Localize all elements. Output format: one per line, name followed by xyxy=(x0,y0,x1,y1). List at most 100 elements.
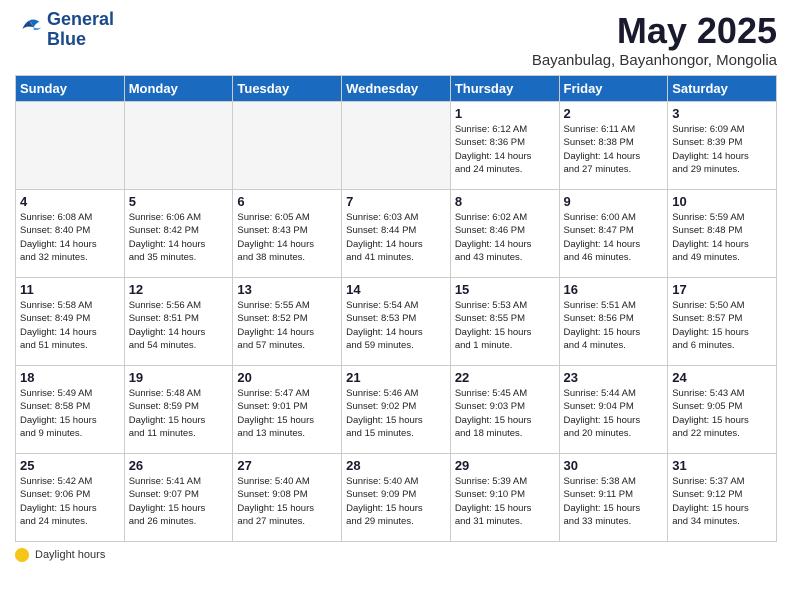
day-info: Sunrise: 6:02 AM Sunset: 8:46 PM Dayligh… xyxy=(455,211,555,264)
day-number: 9 xyxy=(564,194,664,209)
day-number: 28 xyxy=(346,458,446,473)
day-info: Sunrise: 5:43 AM Sunset: 9:05 PM Dayligh… xyxy=(672,387,772,440)
day-cell: 10 Sunrise: 5:59 AM Sunset: 8:48 PM Dayli… xyxy=(668,190,777,278)
logo-line1: General xyxy=(47,10,114,30)
col-header-friday: Friday xyxy=(559,76,668,102)
day-info: Sunrise: 6:12 AM Sunset: 8:36 PM Dayligh… xyxy=(455,123,555,176)
day-cell: 19 Sunrise: 5:48 AM Sunset: 8:59 PM Dayli… xyxy=(124,366,233,454)
day-cell xyxy=(342,102,451,190)
day-info: Sunrise: 5:44 AM Sunset: 9:04 PM Dayligh… xyxy=(564,387,664,440)
col-header-monday: Monday xyxy=(124,76,233,102)
day-number: 22 xyxy=(455,370,555,385)
day-info: Sunrise: 5:48 AM Sunset: 8:59 PM Dayligh… xyxy=(129,387,229,440)
day-number: 14 xyxy=(346,282,446,297)
day-number: 30 xyxy=(564,458,664,473)
day-number: 18 xyxy=(20,370,120,385)
page: General Blue May 2025 Bayanbulag, Bayanh… xyxy=(0,0,792,612)
day-cell: 31Sunrise: 5:37 AM Sunset: 9:12 PM Dayli… xyxy=(668,454,777,542)
week-row-4: 18 Sunrise: 5:49 AM Sunset: 8:58 PM Dayli… xyxy=(16,366,777,454)
day-number: 13 xyxy=(237,282,337,297)
day-info: Sunrise: 5:54 AM Sunset: 8:53 PM Dayligh… xyxy=(346,299,446,352)
day-cell: 26 Sunrise: 5:41 AM Sunset: 9:07 PM Dayli… xyxy=(124,454,233,542)
day-cell: 9 Sunrise: 6:00 AM Sunset: 8:47 PM Daylig… xyxy=(559,190,668,278)
day-number: 21 xyxy=(346,370,446,385)
day-cell xyxy=(124,102,233,190)
day-info: Sunrise: 5:55 AM Sunset: 8:52 PM Dayligh… xyxy=(237,299,337,352)
sun-icon xyxy=(15,548,29,562)
day-number: 15 xyxy=(455,282,555,297)
day-cell: 16 Sunrise: 5:51 AM Sunset: 8:56 PM Dayli… xyxy=(559,278,668,366)
day-cell: 5Sunrise: 6:06 AM Sunset: 8:42 PM Daylig… xyxy=(124,190,233,278)
day-info: Sunrise: 5:47 AM Sunset: 9:01 PM Dayligh… xyxy=(237,387,337,440)
day-info: Sunrise: 5:40 AM Sunset: 9:09 PM Dayligh… xyxy=(346,475,446,528)
day-info: Sunrise: 5:59 AM Sunset: 8:48 PM Dayligh… xyxy=(672,211,772,264)
day-number: 19 xyxy=(129,370,229,385)
day-number: 24 xyxy=(672,370,772,385)
day-info: Sunrise: 6:08 AM Sunset: 8:40 PM Dayligh… xyxy=(20,211,120,264)
day-number: 20 xyxy=(237,370,337,385)
week-row-5: 25 Sunrise: 5:42 AM Sunset: 9:06 PM Dayli… xyxy=(16,454,777,542)
day-number: 2 xyxy=(564,106,664,121)
day-number: 26 xyxy=(129,458,229,473)
day-cell: 15 Sunrise: 5:53 AM Sunset: 8:55 PM Dayli… xyxy=(450,278,559,366)
day-info: Sunrise: 5:51 AM Sunset: 8:56 PM Dayligh… xyxy=(564,299,664,352)
day-info: Sunrise: 6:03 AM Sunset: 8:44 PM Dayligh… xyxy=(346,211,446,264)
day-cell: 18 Sunrise: 5:49 AM Sunset: 8:58 PM Dayli… xyxy=(16,366,125,454)
day-cell: 29Sunrise: 5:39 AM Sunset: 9:10 PM Dayli… xyxy=(450,454,559,542)
day-cell: 12Sunrise: 5:56 AM Sunset: 8:51 PM Dayli… xyxy=(124,278,233,366)
col-header-wednesday: Wednesday xyxy=(342,76,451,102)
day-cell: 11 Sunrise: 5:58 AM Sunset: 8:49 PM Dayli… xyxy=(16,278,125,366)
day-cell: 25 Sunrise: 5:42 AM Sunset: 9:06 PM Dayli… xyxy=(16,454,125,542)
col-header-tuesday: Tuesday xyxy=(233,76,342,102)
day-number: 10 xyxy=(672,194,772,209)
day-number: 8 xyxy=(455,194,555,209)
day-number: 17 xyxy=(672,282,772,297)
header: General Blue May 2025 Bayanbulag, Bayanh… xyxy=(15,10,777,69)
day-info: Sunrise: 6:00 AM Sunset: 8:47 PM Dayligh… xyxy=(564,211,664,264)
month-title: May 2025 xyxy=(532,10,777,52)
day-info: Sunrise: 5:53 AM Sunset: 8:55 PM Dayligh… xyxy=(455,299,555,352)
day-cell: 6Sunrise: 6:05 AM Sunset: 8:43 PM Daylig… xyxy=(233,190,342,278)
day-cell xyxy=(233,102,342,190)
day-info: Sunrise: 5:41 AM Sunset: 9:07 PM Dayligh… xyxy=(129,475,229,528)
logo-icon xyxy=(15,16,43,44)
day-cell: 28 Sunrise: 5:40 AM Sunset: 9:09 PM Dayli… xyxy=(342,454,451,542)
logo: General Blue xyxy=(15,10,114,50)
day-number: 7 xyxy=(346,194,446,209)
logo-line2: Blue xyxy=(47,30,114,50)
day-cell: 14 Sunrise: 5:54 AM Sunset: 8:53 PM Dayli… xyxy=(342,278,451,366)
week-row-3: 11 Sunrise: 5:58 AM Sunset: 8:49 PM Dayli… xyxy=(16,278,777,366)
day-number: 3 xyxy=(672,106,772,121)
day-cell: 7 Sunrise: 6:03 AM Sunset: 8:44 PM Daylig… xyxy=(342,190,451,278)
day-info: Sunrise: 5:58 AM Sunset: 8:49 PM Dayligh… xyxy=(20,299,120,352)
day-cell: 20 Sunrise: 5:47 AM Sunset: 9:01 PM Dayli… xyxy=(233,366,342,454)
week-row-1: 1 Sunrise: 6:12 AM Sunset: 8:36 PM Daylig… xyxy=(16,102,777,190)
day-info: Sunrise: 5:46 AM Sunset: 9:02 PM Dayligh… xyxy=(346,387,446,440)
day-info: Sunrise: 5:49 AM Sunset: 8:58 PM Dayligh… xyxy=(20,387,120,440)
day-cell: 30 Sunrise: 5:38 AM Sunset: 9:11 PM Dayli… xyxy=(559,454,668,542)
day-info: Sunrise: 5:37 AM Sunset: 9:12 PM Dayligh… xyxy=(672,475,772,528)
header-row: SundayMondayTuesdayWednesdayThursdayFrid… xyxy=(16,76,777,102)
day-cell: 21 Sunrise: 5:46 AM Sunset: 9:02 PM Dayli… xyxy=(342,366,451,454)
day-info: Sunrise: 6:09 AM Sunset: 8:39 PM Dayligh… xyxy=(672,123,772,176)
day-number: 11 xyxy=(20,282,120,297)
day-info: Sunrise: 5:38 AM Sunset: 9:11 PM Dayligh… xyxy=(564,475,664,528)
day-number: 16 xyxy=(564,282,664,297)
day-number: 25 xyxy=(20,458,120,473)
day-info: Sunrise: 5:50 AM Sunset: 8:57 PM Dayligh… xyxy=(672,299,772,352)
day-cell: 24 Sunrise: 5:43 AM Sunset: 9:05 PM Dayli… xyxy=(668,366,777,454)
day-cell xyxy=(16,102,125,190)
day-info: Sunrise: 5:42 AM Sunset: 9:06 PM Dayligh… xyxy=(20,475,120,528)
col-header-sunday: Sunday xyxy=(16,76,125,102)
day-cell: 17 Sunrise: 5:50 AM Sunset: 8:57 PM Dayli… xyxy=(668,278,777,366)
day-cell: 22 Sunrise: 5:45 AM Sunset: 9:03 PM Dayli… xyxy=(450,366,559,454)
day-info: Sunrise: 5:45 AM Sunset: 9:03 PM Dayligh… xyxy=(455,387,555,440)
day-info: Sunrise: 6:06 AM Sunset: 8:42 PM Dayligh… xyxy=(129,211,229,264)
day-cell: 2 Sunrise: 6:11 AM Sunset: 8:38 PM Daylig… xyxy=(559,102,668,190)
day-cell: 27Sunrise: 5:40 AM Sunset: 9:08 PM Dayli… xyxy=(233,454,342,542)
calendar-table: SundayMondayTuesdayWednesdayThursdayFrid… xyxy=(15,75,777,542)
day-number: 27 xyxy=(237,458,337,473)
day-info: Sunrise: 6:11 AM Sunset: 8:38 PM Dayligh… xyxy=(564,123,664,176)
day-number: 1 xyxy=(455,106,555,121)
day-number: 23 xyxy=(564,370,664,385)
